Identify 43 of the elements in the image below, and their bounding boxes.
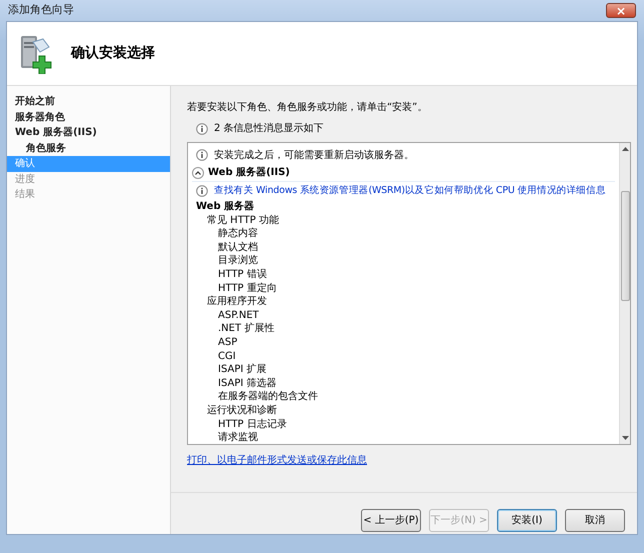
wizard-button[interactable]: < 上一步(P) bbox=[361, 509, 421, 532]
tree-item: 静态内容 bbox=[217, 227, 259, 241]
tree-item: 请求监视 bbox=[217, 431, 259, 444]
tree-item: 目录浏览 bbox=[217, 254, 259, 268]
collapse-button[interactable] bbox=[192, 166, 204, 178]
instruction-text: 若要安装以下角色、角色服务或功能，请单击“安装”。 bbox=[187, 100, 428, 115]
tree-item: HTTP 日志记录 bbox=[217, 418, 288, 432]
info-summary: 2 条信息性消息显示如下 bbox=[214, 122, 324, 136]
wizard-button[interactable]: 取消 bbox=[565, 509, 625, 532]
tree-item: CGI bbox=[217, 350, 237, 364]
tree-item: 运行状况和诊断 bbox=[206, 404, 278, 418]
scroll-thumb[interactable] bbox=[620, 191, 630, 301]
scrollbar[interactable] bbox=[619, 143, 630, 444]
tree-item: 默认文档 bbox=[217, 240, 259, 254]
wizard-button[interactable]: 安装(I) bbox=[497, 509, 557, 532]
scroll-down-icon[interactable] bbox=[622, 436, 628, 440]
window-title: 添加角色向导 bbox=[8, 2, 74, 18]
wsrm-info-link[interactable]: 查找有关 Windows 系统资源管理器(WSRM)以及它如何帮助优化 CPU 使用情况的详细信息 bbox=[214, 184, 606, 198]
tree-item: .NET 扩展性 bbox=[217, 322, 276, 336]
page-heading: 确认安装选择 bbox=[71, 44, 155, 63]
scroll-up-icon[interactable] bbox=[622, 147, 628, 151]
sidebar-item[interactable]: Web 服务器(IIS) bbox=[7, 125, 170, 140]
chevron-icon bbox=[195, 170, 201, 174]
tree-item: Web 服务器 bbox=[196, 200, 256, 214]
tree-item: ASP bbox=[217, 336, 238, 350]
server-add-icon bbox=[19, 34, 53, 74]
tree-item: ISAPI 扩展 bbox=[217, 363, 268, 377]
tree-item: 常见 HTTP 功能 bbox=[206, 214, 280, 228]
notice-text: 安装完成之后，可能需要重新启动该服务器。 bbox=[214, 148, 414, 162]
tree-item: HTTP 重定向 bbox=[217, 282, 278, 296]
section-title: Web 服务器(IIS) bbox=[208, 166, 290, 180]
info-icon bbox=[196, 149, 208, 161]
sidebar-item[interactable]: 角色服务 bbox=[7, 140, 170, 156]
info-icon bbox=[196, 185, 208, 197]
sidebar-item[interactable]: 开始之前 bbox=[7, 94, 170, 110]
tree-item: HTTP 错误 bbox=[217, 268, 268, 282]
tree-item: 在服务器端的包含文件 bbox=[217, 390, 319, 404]
tree-item: ISAPI 筛选器 bbox=[217, 376, 278, 390]
sidebar-item[interactable]: 服务器角色 bbox=[7, 110, 170, 125]
tree-item: ASP.NET bbox=[217, 308, 260, 322]
tree-item: 应用程序开发 bbox=[206, 295, 268, 309]
save-info-link[interactable]: 打印、以电子邮件形式发送或保存此信息 bbox=[187, 453, 367, 468]
info-icon bbox=[196, 122, 208, 134]
